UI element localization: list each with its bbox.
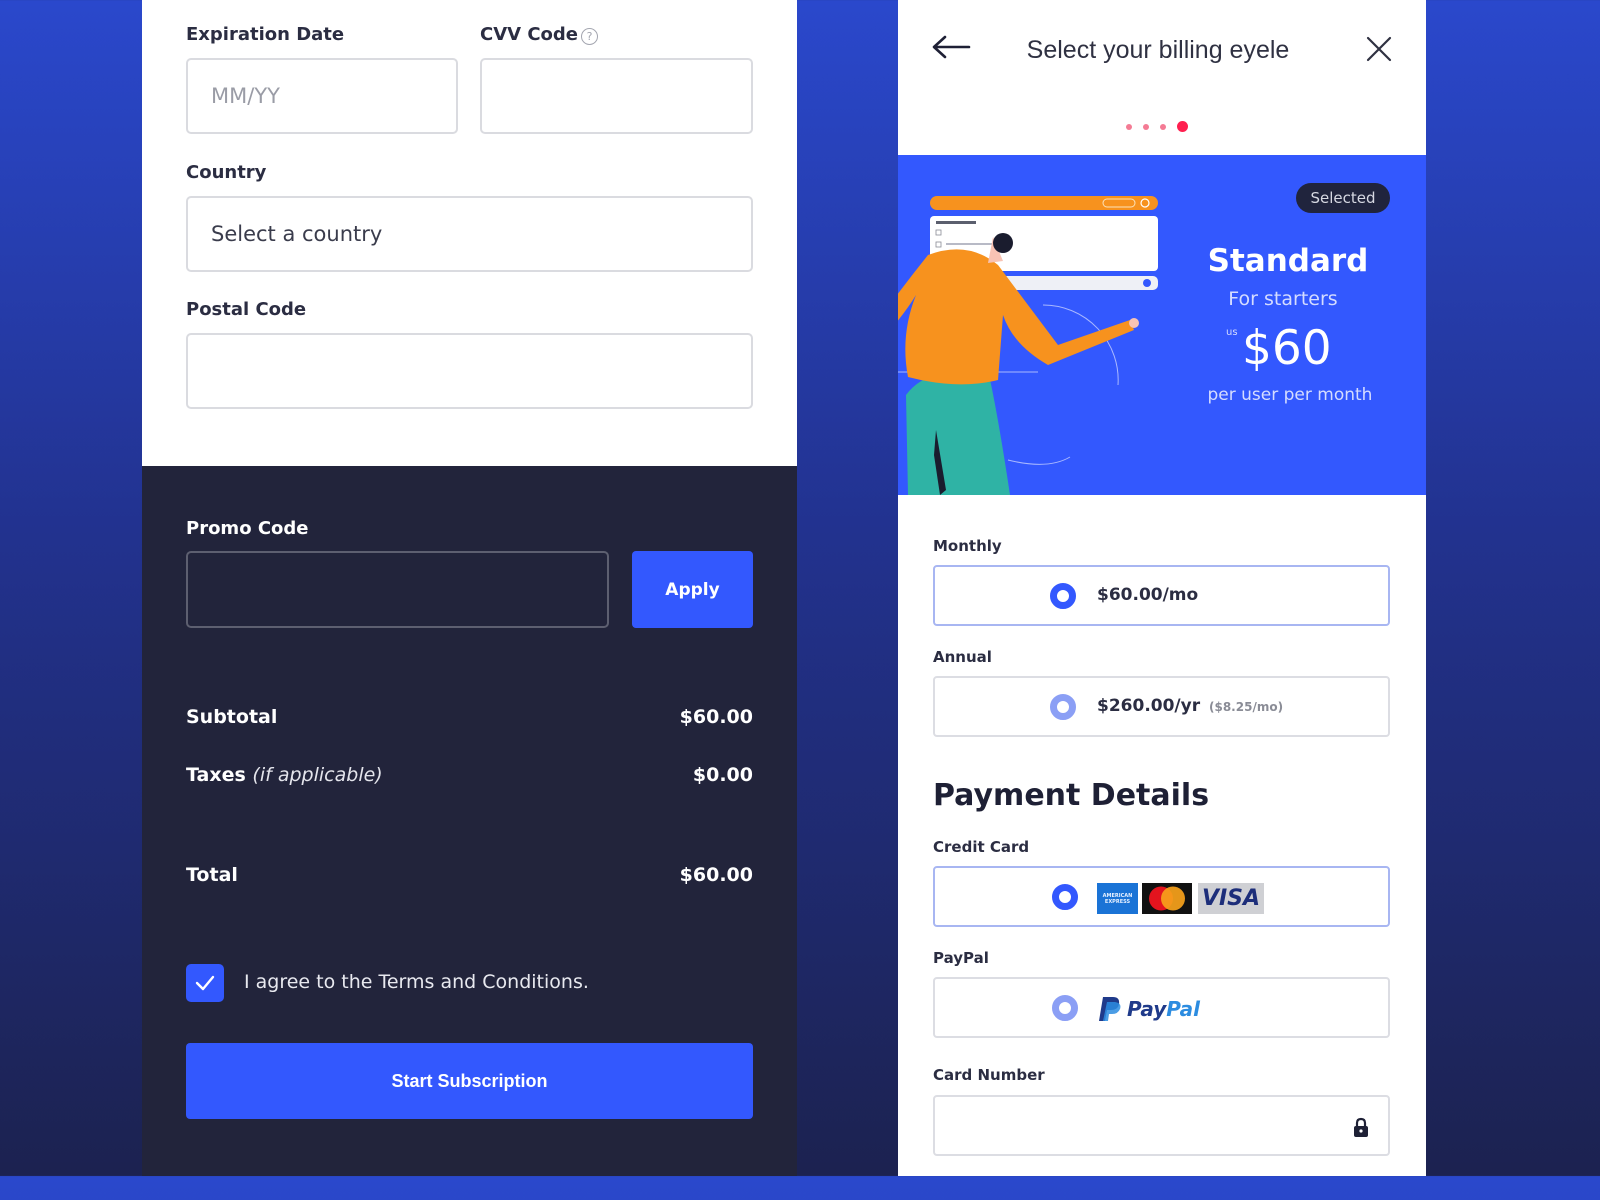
monthly-label: Monthly	[933, 537, 1002, 555]
step-dot	[1143, 123, 1149, 130]
lock-icon	[1354, 1117, 1368, 1137]
annual-option[interactable]: $260.00/yr ($8.25/mo)	[933, 676, 1390, 737]
total-value: $60.00	[679, 864, 753, 886]
credit-card-option[interactable]: AMERICAN EXPRESS VISA	[933, 866, 1390, 927]
back-arrow-icon[interactable]	[930, 32, 972, 62]
country-label: Country	[186, 162, 267, 183]
plan-price: $60	[1242, 321, 1332, 376]
postal-code-label: Postal Code	[186, 299, 307, 320]
plan-period: per user per month	[1207, 385, 1373, 405]
cvv-input[interactable]	[480, 58, 753, 134]
paypal-wordmark: PayPal	[1127, 997, 1200, 1021]
annual-monthly-equivalent: ($8.25/mo)	[1209, 700, 1284, 714]
annual-price: $260.00/yr	[1097, 696, 1201, 716]
modal-title: Select your billing eyele	[1026, 36, 1290, 64]
billing-cycle-modal: Select your billing eyele Selected Stand…	[898, 0, 1426, 1176]
card-number-label: Card Number	[933, 1066, 1045, 1084]
taxes-row: Taxes (if applicable) $0.00	[186, 764, 753, 786]
radio-selected[interactable]	[1050, 583, 1076, 609]
paypal-label: PayPal	[933, 949, 989, 967]
help-icon[interactable]: ?	[581, 28, 598, 45]
amex-logo-icon: AMERICAN EXPRESS	[1097, 883, 1138, 914]
country-select[interactable]: Select a country	[186, 196, 753, 272]
plan-name: Standard	[1207, 243, 1369, 279]
monthly-option[interactable]: $60.00/mo	[933, 565, 1390, 626]
expiration-date-input[interactable]: MM/YY	[186, 58, 458, 134]
paypal-wordmark-pal: Pal	[1166, 997, 1201, 1021]
terms-label[interactable]: I agree to the Terms and Conditions.	[244, 971, 589, 993]
total-label: Total	[186, 864, 238, 886]
monthly-price: $60.00/mo	[1097, 585, 1199, 605]
billing-address-section: Expiration Date MM/YY CVV Code ? Country…	[142, 0, 797, 466]
subtotal-label: Subtotal	[186, 706, 278, 728]
mastercard-logo-icon	[1142, 883, 1192, 914]
expiration-date-label: Expiration Date	[186, 24, 345, 45]
promo-code-label: Promo Code	[186, 518, 309, 539]
payment-details-heading: Payment Details	[933, 778, 1210, 813]
order-summary-section: Promo Code Apply Subtotal $60.00 Taxes (…	[142, 466, 797, 1176]
promo-code-input[interactable]	[186, 551, 609, 628]
close-icon[interactable]	[1364, 34, 1394, 64]
terms-checkbox[interactable]	[186, 964, 224, 1002]
start-subscription-button[interactable]: Start Subscription	[186, 1043, 753, 1119]
subtotal-value: $60.00	[679, 706, 753, 728]
radio-unselected[interactable]	[1052, 995, 1078, 1021]
taxes-note: (if applicable)	[252, 764, 383, 786]
subtotal-row: Subtotal $60.00	[186, 706, 753, 728]
taxes-label-group: Taxes (if applicable)	[186, 764, 383, 786]
total-row: Total $60.00	[186, 864, 753, 886]
annual-label: Annual	[933, 648, 992, 666]
visa-logo-icon: VISA	[1198, 883, 1264, 914]
step-dot-active	[1177, 121, 1188, 132]
postal-code-input[interactable]	[186, 333, 753, 409]
plan-currency: us	[1226, 327, 1238, 338]
plan-card: Selected Standard For starters us $60 pe…	[898, 155, 1426, 495]
checkout-summary-panel: Expiration Date MM/YY CVV Code ? Country…	[142, 0, 797, 1176]
paypal-logo-icon	[1099, 997, 1121, 1021]
apply-promo-button[interactable]: Apply	[632, 551, 753, 628]
taxes-label: Taxes	[186, 764, 246, 786]
card-number-input[interactable]	[933, 1095, 1390, 1156]
paypal-option[interactable]: PayPal	[933, 977, 1390, 1038]
radio-selected[interactable]	[1052, 884, 1078, 910]
step-dot	[1160, 123, 1166, 130]
cvv-label: CVV Code	[480, 24, 579, 45]
paypal-wordmark-pay: Pay	[1127, 997, 1167, 1021]
plan-subtitle: For starters	[1228, 288, 1338, 310]
step-dot	[1126, 123, 1132, 130]
credit-card-label: Credit Card	[933, 838, 1030, 856]
step-indicator	[1126, 121, 1188, 132]
taxes-value: $0.00	[692, 764, 753, 786]
checkmark-icon	[195, 975, 215, 991]
radio-unselected[interactable]	[1050, 694, 1076, 720]
selected-badge: Selected	[1296, 183, 1390, 213]
